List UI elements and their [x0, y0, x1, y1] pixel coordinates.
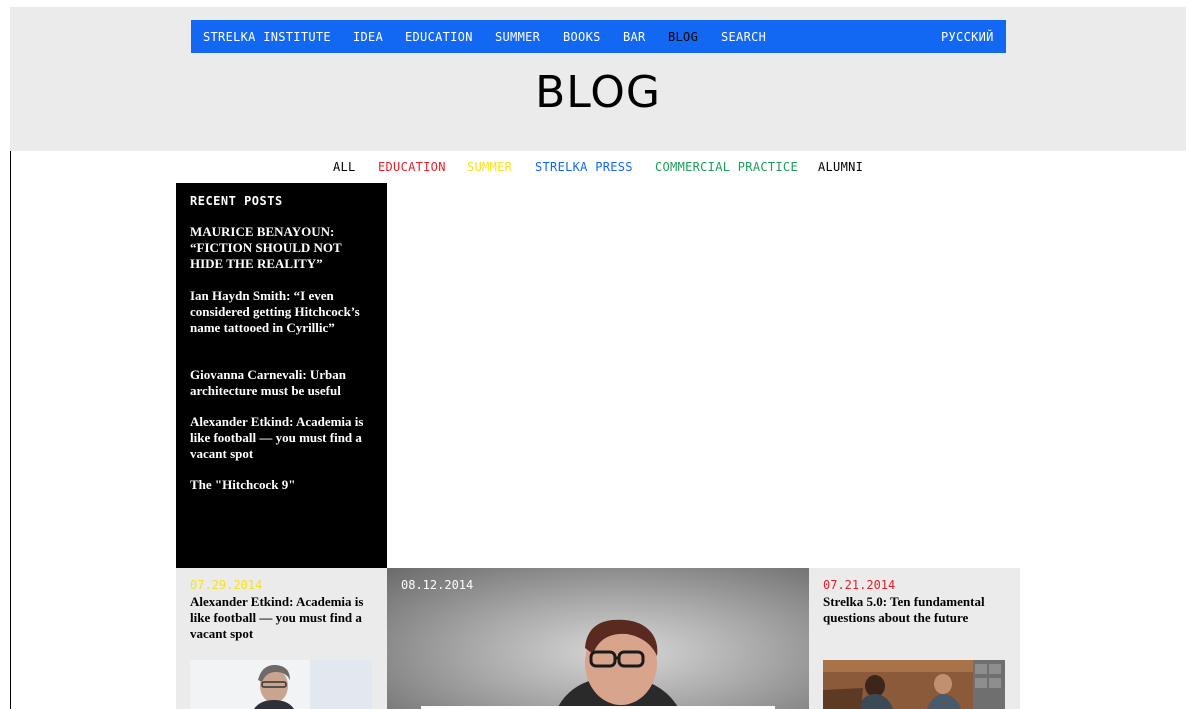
recent-post-link[interactable]: Ian Haydn Smith: “I even considered gett… — [190, 288, 375, 336]
filter-all[interactable]: ALL — [333, 160, 356, 174]
filter-commercial-practice[interactable]: COMMERCIAL PRACTICE — [655, 160, 798, 174]
post-title-link[interactable]: Alexander Etkind: Academia is like footb… — [190, 594, 375, 642]
post-card[interactable]: 07.21.2014 Strelka 5.0: Ten fundamental … — [809, 568, 1020, 709]
filter-education[interactable]: EDUCATION — [378, 160, 446, 174]
header: STRELKA INSTITUTE IDEA EDUCATION SUMMER … — [10, 7, 1186, 151]
post-thumbnail-image[interactable] — [823, 660, 1005, 709]
top-nav: STRELKA INSTITUTE IDEA EDUCATION SUMMER … — [191, 20, 1006, 53]
recent-posts-title: RECENT POSTS — [190, 194, 283, 208]
recent-posts-panel: RECENT POSTS MAURICE BENAYOUN: “FICTION … — [176, 183, 387, 569]
language-switch[interactable]: РУССКИЙ — [941, 30, 994, 44]
nav-item-search[interactable]: SEARCH — [721, 30, 766, 44]
page-title: BLOG — [535, 67, 661, 118]
category-filters: ALL EDUCATION SUMMER STRELKA PRESS COMME… — [10, 160, 1186, 178]
nav-item-education[interactable]: EDUCATION — [405, 30, 473, 44]
post-card[interactable]: 07.29.2014 Alexander Etkind: Academia is… — [176, 568, 387, 709]
post-title-link[interactable]: Strelka 5.0: Ten fundamental questions a… — [823, 594, 1008, 626]
post-date: 07.21.2014 — [823, 578, 896, 592]
recent-post-link[interactable]: The "Hitchcock 9" — [190, 477, 375, 493]
filter-strelka-press[interactable]: STRELKA PRESS — [535, 160, 633, 174]
nav-item-strelka-institute[interactable]: STRELKA INSTITUTE — [203, 30, 331, 44]
recent-post-link[interactable]: Giovanna Carnevali: Urban architecture m… — [190, 367, 375, 399]
post-date: 07.29.2014 — [190, 578, 263, 592]
nav-item-summer[interactable]: SUMMER — [495, 30, 540, 44]
nav-item-books[interactable]: BOOKS — [563, 30, 601, 44]
nav-item-bar[interactable]: BAR — [623, 30, 646, 44]
classroom-image — [823, 660, 1005, 709]
post-thumbnail-image[interactable] — [190, 660, 372, 709]
recent-post-link[interactable]: Alexander Etkind: Academia is like footb… — [190, 414, 375, 462]
recent-post-link[interactable]: MAURICE BENAYOUN: “FICTION SHOULD NOT HI… — [190, 224, 375, 272]
filter-summer[interactable]: SUMMER — [467, 160, 512, 174]
featured-post-card[interactable]: 08.12.2014 — [387, 568, 809, 709]
filter-alumni[interactable]: ALUMNI — [818, 160, 863, 174]
portrait-image — [190, 660, 372, 709]
featured-photo — [421, 619, 775, 709]
left-border — [10, 151, 11, 709]
nav-item-idea[interactable]: IDEA — [353, 30, 383, 44]
nav-item-blog[interactable]: BLOG — [668, 30, 698, 44]
page-frame: STRELKA INSTITUTE IDEA EDUCATION SUMMER … — [10, 7, 1186, 709]
